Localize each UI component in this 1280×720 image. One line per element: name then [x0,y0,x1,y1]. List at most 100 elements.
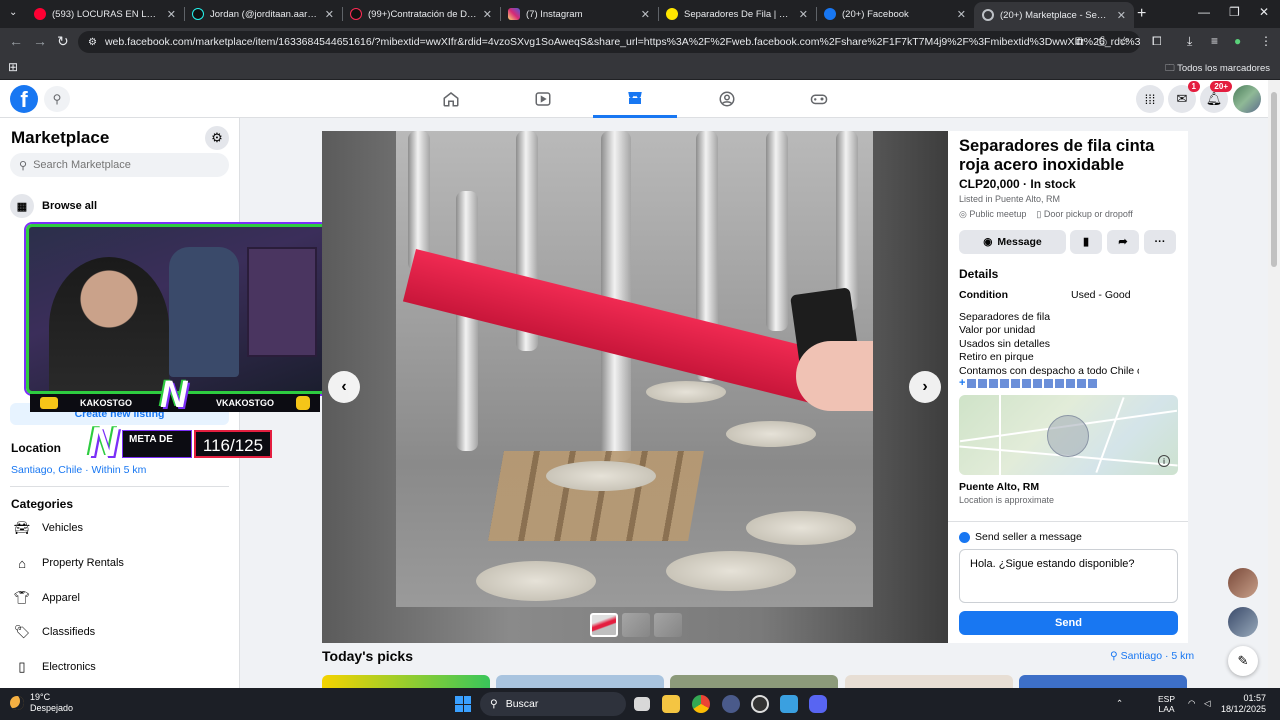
pick-card[interactable] [322,675,490,688]
car-icon: 🚘︎ [13,520,31,535]
browser-tab-active[interactable]: (20+) Marketplace - Separado ✕ [974,2,1134,28]
address-bar[interactable]: ⚙ web.facebook.com/marketplace/item/1633… [78,31,1140,53]
photo-thumbnail[interactable] [622,613,650,637]
bookmark-star-icon[interactable]: ☆ [1119,34,1130,48]
sidebar-item-apparel[interactable]: 👕︎ Apparel [10,586,80,610]
sidebar-item-electronics[interactable]: ▯ Electronics [10,655,95,679]
obs-icon[interactable] [751,695,769,713]
taskbar-clock[interactable]: 01:57 18/12/2025 [1221,693,1266,715]
taskbar-search[interactable]: ⚲ Buscar [480,692,626,716]
extensions-icon[interactable]: ⧠ [1152,34,1162,49]
reload-icon[interactable]: ↻ [57,33,69,50]
location-map[interactable]: i [959,395,1178,475]
info-icon[interactable]: i [1158,455,1170,467]
browser-tab-4[interactable]: (7) Instagram ✕ [500,2,658,26]
gaming-tab[interactable] [777,80,861,118]
send-seller-label: Send seller a message [959,531,1082,543]
close-icon[interactable]: ✕ [957,8,966,21]
sidebar-item-property-rentals[interactable]: ⌂ Property Rentals [10,551,124,575]
facebook-logo-icon[interactable]: f [10,85,38,113]
weather-widget[interactable]: 19°C Despejado [10,692,73,714]
menu-grid-icon: ⁞⁞⁞ [1144,91,1156,107]
new-message-button[interactable]: ✎ [1228,646,1258,676]
browser-tab-1[interactable]: (593) LOCURAS EN LA FERIA N ✕ [26,2,184,26]
back-icon[interactable]: ← [9,33,23,49]
profile-icon[interactable]: ● [1234,34,1241,48]
close-icon[interactable]: ✕ [641,8,650,21]
search-input[interactable] [33,159,214,171]
contact-avatar[interactable] [1228,568,1258,598]
picks-location-link[interactable]: ⚲ Santiago · 5 km [1110,650,1194,662]
volume-icon[interactable]: ◁ [1204,698,1211,708]
photo-thumbnail[interactable] [654,613,682,637]
chrome-icon[interactable] [692,695,710,713]
app-icon[interactable] [722,695,740,713]
forward-icon[interactable]: → [33,33,47,49]
close-icon[interactable]: ✕ [799,8,808,21]
sidebar-item-vehicles[interactable]: 🚘︎ Vehicles [10,516,83,540]
message-input[interactable]: Hola. ¿Sigue estando disponible? [959,549,1178,603]
pick-card[interactable] [496,675,664,688]
contact-avatar[interactable] [1228,607,1258,637]
page-scrollbar[interactable] [1268,80,1280,688]
gear-icon[interactable]: ⚙ [205,126,229,150]
all-bookmarks-folder[interactable]: 🗀 Todos los marcadores [1165,61,1270,77]
send-button[interactable]: Send [959,611,1178,635]
download-icon[interactable]: ⤓ [1187,34,1192,49]
browser-tab-6[interactable]: (20+) Facebook ✕ [816,2,974,26]
browser-tab-5[interactable]: Separadores De Fila | Mercadol ✕ [658,2,816,26]
chrome-menu-icon[interactable]: ⋮ [1260,34,1272,48]
home-tab[interactable] [409,80,493,118]
close-window-icon[interactable]: ✕ [1259,5,1269,19]
tab-search-icon[interactable]: ⌄ [9,7,17,18]
apps-grid-icon[interactable]: ⊞ [8,60,18,74]
message-button[interactable]: ◉ Message [959,230,1066,254]
facebook-app-icon[interactable] [780,695,798,713]
sidebar-item-browse-all[interactable]: ▦ Browse all [10,194,97,218]
search-icon: ⚲ [19,159,28,172]
previous-photo-button[interactable]: ‹ [328,371,360,403]
video-tab[interactable] [501,80,585,118]
marketplace-search[interactable]: ⚲ [10,153,229,177]
sidebar-item-classifieds[interactable]: 🏷︎ Classifieds [10,620,95,644]
close-icon[interactable]: ✕ [483,8,492,21]
search-icon[interactable]: ⚲ [44,86,70,112]
browser-tab-3[interactable]: (99+)Contratación de DJ en Ch ✕ [342,2,500,26]
avatar[interactable] [1233,85,1261,113]
discord-icon[interactable] [809,695,827,713]
tray-overflow-icon[interactable]: ⌃ [1116,698,1123,708]
more-options-button[interactable]: ··· [1144,230,1176,254]
close-icon[interactable]: ✕ [167,8,176,21]
pick-card[interactable] [670,675,838,688]
close-icon[interactable]: ✕ [1117,9,1126,22]
maximize-icon[interactable]: ❐ [1229,5,1240,19]
groups-tab[interactable] [685,80,769,118]
minimize-icon[interactable]: — [1198,5,1210,19]
pick-card[interactable] [845,675,1013,688]
site-info-icon[interactable]: ⚙ [88,37,97,48]
install-app-icon[interactable]: ⎙ [1097,34,1107,49]
notifications-button[interactable]: 🔔︎ 20+ [1200,81,1232,113]
photo-thumbnail[interactable] [590,613,618,637]
share-button[interactable]: ➦ [1107,230,1139,254]
reading-list-icon[interactable]: ≡ [1211,34,1218,48]
tab-title: Separadores De Fila | Mercadol [684,8,793,20]
messenger-button[interactable]: ✉ 1 [1168,81,1200,113]
pick-card[interactable] [1019,675,1187,688]
wifi-icon[interactable]: ◠ [1188,698,1195,708]
task-view-icon[interactable] [634,697,650,711]
photo-viewer: ‹ › [322,131,948,643]
translate-icon[interactable]: ⧉ [1075,34,1084,49]
start-button[interactable] [455,696,471,712]
file-explorer-icon[interactable] [662,695,680,713]
marketplace-tab[interactable] [593,80,677,118]
tiktok-favicon-icon [192,8,204,20]
new-tab-icon[interactable]: + [1137,5,1146,23]
next-photo-button[interactable]: › [909,371,941,403]
browser-tab-2[interactable]: Jordan (@jorditaan.aaron) | Tik ✕ [184,2,342,26]
close-icon[interactable]: ✕ [325,8,334,21]
language-indicator[interactable]: ESP LAA [1158,694,1175,714]
menu-button[interactable]: ⁞⁞⁞ [1136,85,1164,113]
save-button[interactable]: ▮ [1070,230,1102,254]
tiktok-favicon-icon [350,8,362,20]
